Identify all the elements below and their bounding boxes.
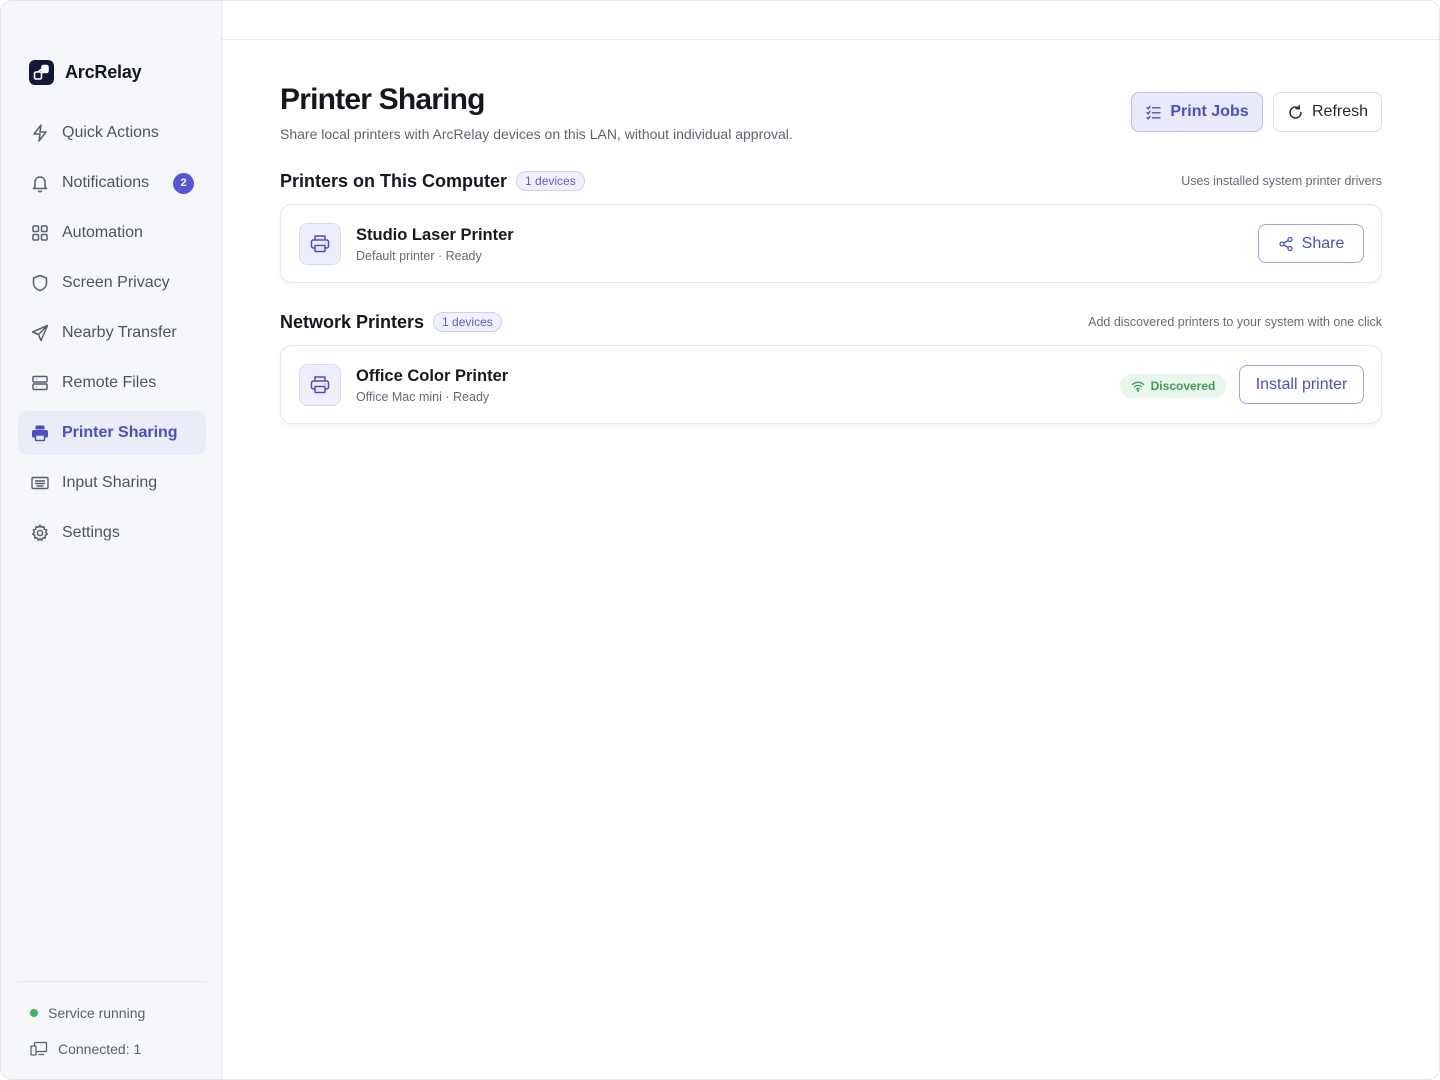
- list-check-icon: [1146, 105, 1162, 120]
- sidebar-item-label: Nearby Transfer: [62, 324, 177, 341]
- app-logo-icon: [29, 59, 54, 85]
- notification-count-badge: 2: [173, 172, 194, 194]
- device-count-badge: 1 devices: [433, 312, 502, 332]
- sidebar-item-label: Printer Sharing: [62, 424, 178, 441]
- sidebar-item-printer-sharing[interactable]: Printer Sharing: [18, 411, 206, 455]
- sidebar-item-notifications[interactable]: Notifications 2: [18, 161, 206, 205]
- sidebar-item-label: Automation: [62, 224, 143, 241]
- install-label: Install printer: [1255, 375, 1348, 393]
- printer-detail: Office Mac mini · Ready: [356, 390, 490, 404]
- service-status-label: Service running: [48, 1005, 146, 1021]
- sidebar-item-quick-actions[interactable]: Quick Actions: [18, 111, 206, 155]
- sidebar: ArcRelay Quick Actions Notifications 2 A…: [1, 1, 222, 1079]
- sidebar-nav: Quick Actions Notifications 2 Automation…: [18, 111, 206, 561]
- wifi-icon: [1131, 381, 1144, 392]
- network-printers-header: Network Printers 1 devices Add discovere…: [280, 310, 1382, 334]
- discovered-status-badge: Discovered: [1120, 374, 1226, 398]
- share-printer-button[interactable]: Share: [1258, 224, 1364, 263]
- status-dot-icon: [30, 1009, 38, 1017]
- sidebar-item-label: Settings: [62, 524, 120, 541]
- title-bar: [222, 1, 1439, 40]
- print-jobs-button[interactable]: Print Jobs: [1131, 92, 1263, 132]
- section-note: Uses installed system printer drivers: [1181, 174, 1382, 188]
- printer-card-studio-laser: Studio Laser Printer Default printer · R…: [280, 204, 1382, 283]
- discovered-label: Discovered: [1150, 379, 1216, 393]
- app-name: ArcRelay: [65, 61, 142, 82]
- sidebar-item-remote-files[interactable]: Remote Files: [18, 361, 206, 405]
- service-status: Service running: [30, 1005, 145, 1021]
- app-window: ArcRelay Quick Actions Notifications 2 A…: [0, 0, 1440, 1080]
- refresh-icon: [1289, 104, 1302, 119]
- connection-status: Connected: 1: [30, 1041, 141, 1057]
- printer-icon: [32, 425, 48, 442]
- sidebar-item-label: Notifications: [62, 174, 150, 191]
- sidebar-item-input-sharing[interactable]: Input Sharing: [18, 461, 206, 505]
- section-note: Add discovered printers to your system w…: [1088, 315, 1382, 329]
- sidebar-item-label: Screen Privacy: [62, 274, 170, 291]
- section-title: Printers on This Computer: [280, 170, 508, 191]
- page-title: Printer Sharing: [280, 83, 486, 116]
- sidebar-item-screen-privacy[interactable]: Screen Privacy: [18, 261, 206, 305]
- device-count-badge: 1 devices: [516, 171, 585, 191]
- sidebar-item-settings[interactable]: Settings: [18, 511, 206, 555]
- server-icon: [32, 375, 48, 391]
- sidebar-item-label: Input Sharing: [62, 474, 158, 491]
- gear-icon: [31, 524, 49, 542]
- printer-name: Studio Laser Printer: [356, 226, 514, 244]
- grid-icon: [32, 225, 48, 241]
- sidebar-item-automation[interactable]: Automation: [18, 211, 206, 255]
- install-printer-button[interactable]: Install printer: [1239, 365, 1364, 404]
- bolt-icon: [33, 124, 47, 142]
- send-icon: [31, 324, 49, 342]
- refresh-label: Refresh: [1311, 103, 1369, 120]
- sidebar-item-nearby-transfer[interactable]: Nearby Transfer: [18, 311, 206, 355]
- shield-icon: [32, 274, 48, 292]
- sidebar-item-label: Quick Actions: [62, 124, 159, 141]
- local-printers-header: Printers on This Computer 1 devices Uses…: [280, 169, 1382, 193]
- printer-icon: [299, 223, 341, 265]
- printer-icon: [299, 364, 341, 406]
- print-jobs-label: Print Jobs: [1170, 103, 1249, 120]
- printer-card-office-color: Office Color Printer Office Mac mini · R…: [280, 345, 1382, 424]
- bell-icon: [32, 176, 48, 193]
- share-label: Share: [1301, 234, 1345, 252]
- section-title: Network Printers: [280, 311, 425, 332]
- sidebar-item-label: Remote Files: [62, 374, 157, 391]
- sidebar-divider: [18, 981, 206, 982]
- share-icon: [1278, 236, 1293, 251]
- keyboard-icon: [31, 476, 49, 490]
- refresh-button[interactable]: Refresh: [1273, 92, 1382, 132]
- brand: ArcRelay: [29, 59, 142, 85]
- devices-icon: [30, 1041, 48, 1056]
- connected-count-label: Connected: 1: [58, 1041, 142, 1057]
- printer-detail: Default printer · Ready: [356, 249, 482, 263]
- printer-name: Office Color Printer: [356, 367, 509, 385]
- page-subtitle: Share local printers with ArcRelay devic…: [280, 126, 793, 142]
